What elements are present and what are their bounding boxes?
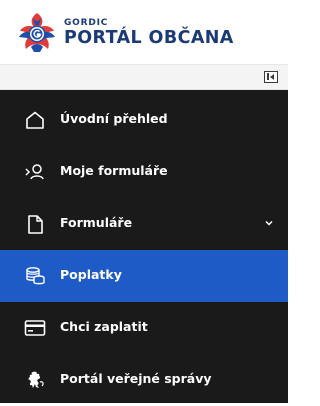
home-icon — [26, 111, 44, 129]
sidebar-item-label: Poplatky — [60, 267, 122, 282]
coins-icon — [26, 267, 45, 285]
app-header: GORDIC PORTÁL OBČANA — [0, 0, 288, 64]
sidebar-item-label: Chci zaplatit — [60, 319, 148, 334]
sidebar-item-label: Moje formuláře — [60, 163, 168, 178]
sidebar-item-poplatky[interactable]: Poplatky — [0, 250, 288, 302]
brand-title: PORTÁL OBČANA — [64, 28, 234, 48]
collapse-sidebar-icon[interactable] — [264, 71, 278, 83]
sidebar-item-label: Portál veřejné správy — [60, 371, 212, 386]
sidebar-toolbar — [0, 64, 288, 90]
sidebar-item-chci-zaplatit[interactable]: Chci zaplatit — [0, 302, 288, 354]
gordic-logo-icon[interactable] — [15, 11, 59, 55]
credit-card-icon — [24, 320, 46, 336]
sidebar-item-label: Úvodní přehled — [60, 111, 168, 126]
sidebar-item-formulare[interactable]: Formuláře — [0, 198, 288, 250]
user-search-icon — [25, 164, 44, 180]
sidebar-nav: Úvodní přehled Moje formuláře Formuláře … — [0, 90, 288, 403]
sidebar-item-moje-formulare[interactable]: Moje formuláře — [0, 146, 288, 198]
brand-wordmark[interactable]: GORDIC PORTÁL OBČANA — [64, 18, 234, 48]
sidebar-item-uvodni-prehled[interactable]: Úvodní přehled — [0, 94, 288, 146]
sidebar-item-portal-verejne-spravy[interactable]: Portál veřejné správy — [0, 354, 288, 406]
chevron-down-icon[interactable] — [263, 217, 275, 229]
czech-lion-icon — [28, 371, 44, 388]
sidebar-item-label: Formuláře — [60, 215, 133, 230]
document-icon — [28, 215, 43, 234]
brand-small-text: GORDIC — [64, 18, 109, 28]
